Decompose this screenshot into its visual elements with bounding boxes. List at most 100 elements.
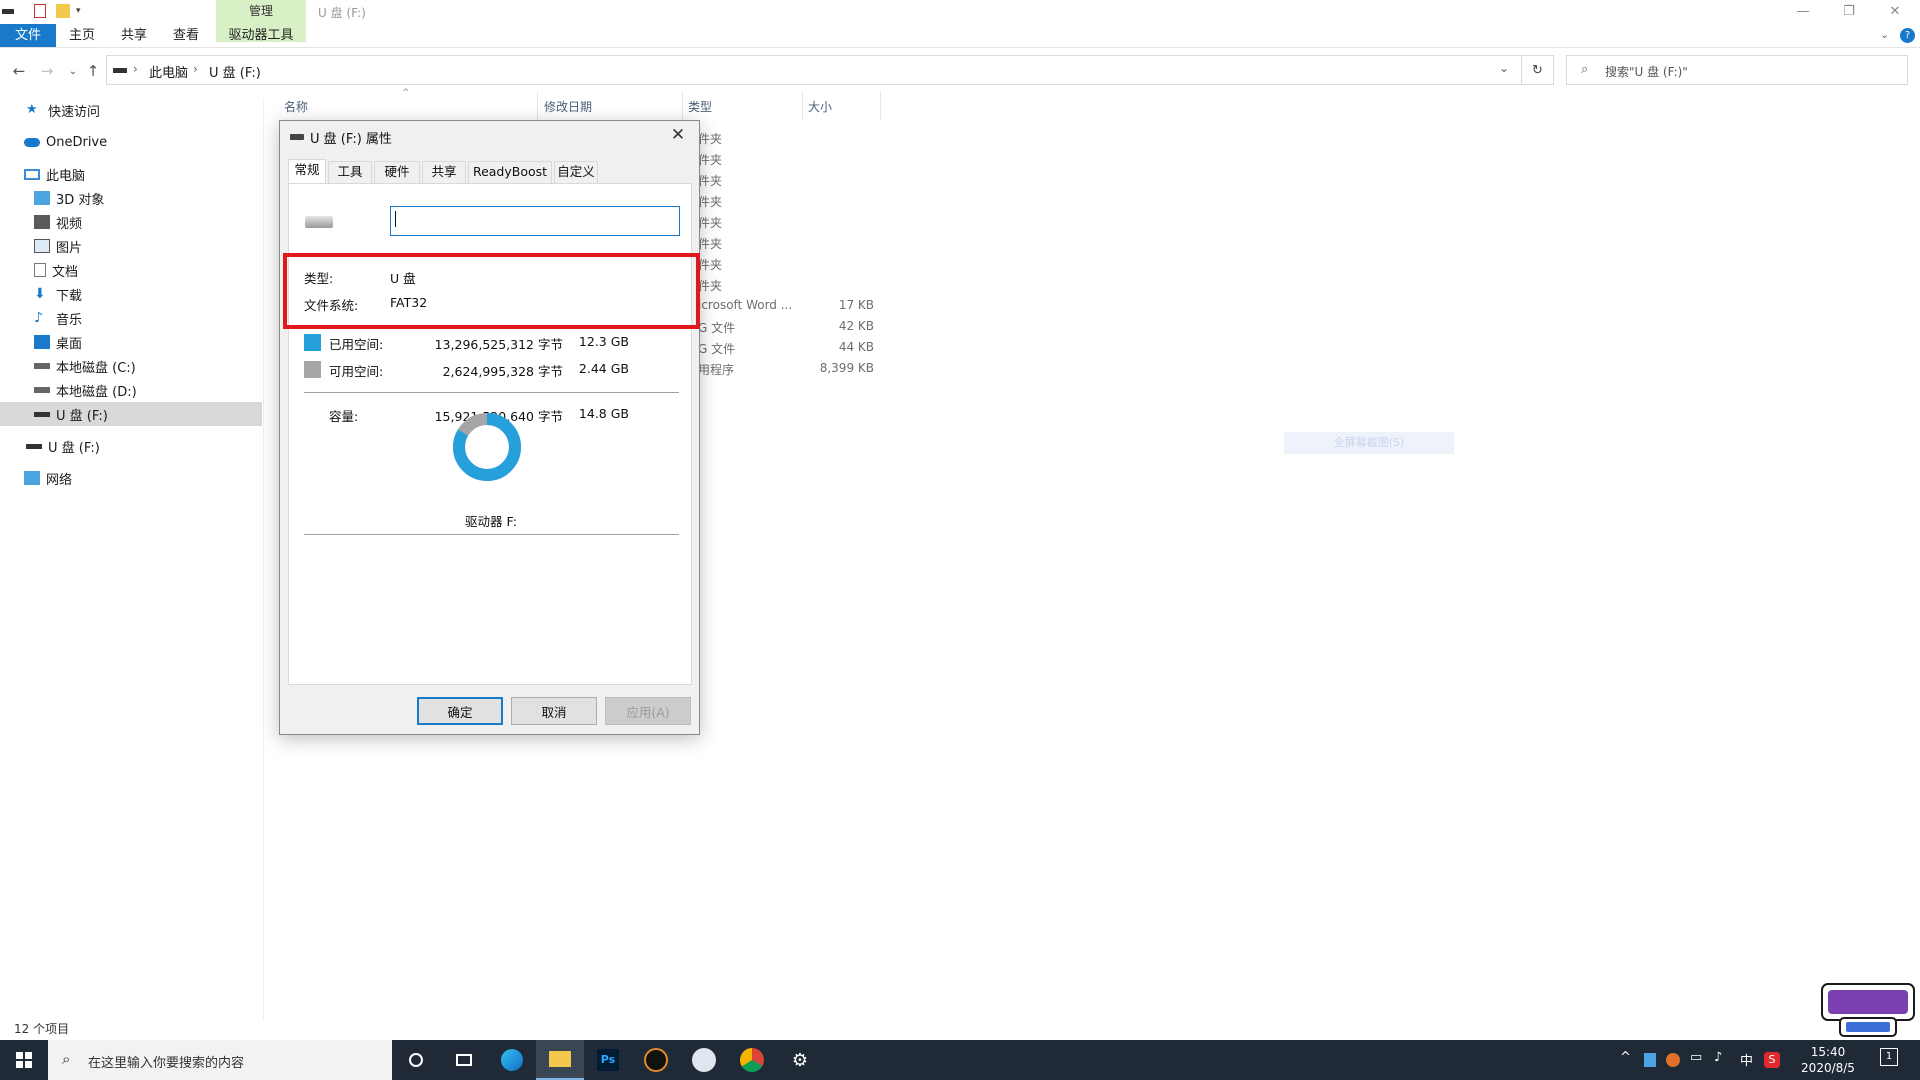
tab-share[interactable]: 共享 — [112, 24, 156, 47]
tab-home[interactable]: 主页 — [60, 24, 104, 47]
volume-label-input[interactable] — [390, 206, 680, 236]
file-type-cell[interactable]: G 文件 — [698, 319, 735, 336]
search-box[interactable]: ⌕ 搜索"U 盘 (F:)" — [1566, 55, 1908, 85]
cancel-button[interactable]: 取消 — [511, 697, 597, 725]
chrome-icon[interactable] — [728, 1040, 776, 1080]
address-dropdown-chevron-icon[interactable]: ⌄ — [1499, 61, 1509, 75]
taskbar-search-input[interactable]: 在这里输入你要搜索的内容 — [88, 1052, 244, 1071]
sidebar-item-onedrive[interactable]: OneDrive — [0, 130, 262, 154]
tab-tools[interactable]: 工具 — [328, 161, 372, 183]
file-type-cell[interactable]: 件夹 — [698, 193, 722, 210]
notification-center-icon[interactable]: 1 — [1880, 1048, 1898, 1066]
edge-browser-icon[interactable] — [488, 1040, 536, 1080]
tray-app-icon[interactable] — [1644, 1053, 1656, 1067]
customize-quick-access-icon[interactable]: ▾ — [76, 6, 81, 20]
file-size-cell: 44 KB — [838, 340, 874, 354]
column-header-size[interactable]: 大小 — [808, 98, 832, 115]
forward-arrow-icon[interactable]: → — [36, 60, 58, 82]
file-type-cell[interactable]: 件夹 — [698, 130, 722, 147]
tray-app-icon[interactable] — [1666, 1053, 1680, 1067]
sidebar-item-local-disk-d[interactable]: 本地磁盘 (D:) — [0, 378, 262, 402]
column-divider[interactable] — [802, 92, 803, 120]
minimize-button[interactable]: — — [1780, 0, 1826, 22]
tab-drive-tools[interactable]: 驱动器工具 — [216, 24, 306, 47]
column-divider[interactable] — [537, 92, 538, 120]
sidebar-item-usb-drive-selected[interactable]: U 盘 (F:) — [0, 402, 262, 426]
tab-file[interactable]: 文件 — [0, 24, 56, 47]
properties-icon[interactable] — [34, 4, 46, 18]
file-type-cell[interactable]: G 文件 — [698, 340, 735, 357]
file-type-cell[interactable]: icrosoft Word ... — [698, 298, 792, 312]
show-hidden-icons-chevron-icon[interactable]: ^ — [1620, 1050, 1631, 1065]
desktop-icon — [34, 335, 50, 349]
address-bar[interactable]: › 此电脑 › U 盘 (F:) ⌄ — [106, 55, 1522, 85]
cortana-icon[interactable] — [392, 1040, 440, 1080]
sidebar-item-network[interactable]: 网络 — [0, 466, 262, 490]
file-type-cell[interactable]: 件夹 — [698, 256, 722, 273]
network-icon[interactable]: ▭ — [1690, 1050, 1702, 1065]
refresh-icon[interactable]: ↻ — [1522, 55, 1554, 85]
sogou-ime-icon[interactable]: S — [1764, 1052, 1780, 1068]
file-type-cell[interactable]: 件夹 — [698, 151, 722, 168]
column-header-name[interactable]: 名称 — [284, 98, 308, 115]
drive-icon[interactable] — [2, 9, 14, 14]
file-type-cell[interactable]: 件夹 — [698, 235, 722, 252]
photoshop-icon[interactable]: Ps — [584, 1040, 632, 1080]
chevron-right-icon[interactable]: › — [193, 62, 198, 76]
file-size-cell: 8,399 KB — [819, 361, 874, 375]
sidebar-item-3d-objects[interactable]: 3D 对象 — [0, 186, 262, 210]
clock[interactable]: 15:40 2020/8/5 — [1800, 1044, 1856, 1076]
tab-general[interactable]: 常规 — [288, 159, 326, 183]
expand-ribbon-icon[interactable]: ⌄ — [1880, 28, 1889, 41]
sidebar-item-pictures[interactable]: 图片 — [0, 234, 262, 258]
file-type-cell[interactable]: 用程序 — [698, 361, 734, 378]
column-header-date[interactable]: 修改日期 — [544, 98, 592, 115]
sidebar-item-usb-drive[interactable]: U 盘 (F:) — [0, 434, 262, 458]
start-button[interactable] — [0, 1040, 48, 1080]
settings-gear-icon[interactable]: ⚙ — [776, 1040, 824, 1080]
volume-icon[interactable]: ♪ — [1714, 1050, 1722, 1065]
tab-customize[interactable]: 自定义 — [554, 161, 598, 183]
sidebar-item-documents[interactable]: 文档 — [0, 258, 262, 282]
clock-date: 2020/8/5 — [1801, 1061, 1855, 1075]
sidebar-item-local-disk-c[interactable]: 本地磁盘 (C:) — [0, 354, 262, 378]
chevron-right-icon[interactable]: › — [133, 62, 138, 76]
sidebar-item-this-pc[interactable]: 此电脑 — [0, 162, 262, 186]
telegram-icon[interactable] — [680, 1040, 728, 1080]
sidebar-item-label: 图片 — [56, 240, 83, 256]
file-explorer-icon[interactable] — [536, 1040, 584, 1080]
tab-sharing[interactable]: 共享 — [422, 161, 466, 183]
column-divider[interactable] — [880, 92, 881, 120]
search-input[interactable]: 搜索"U 盘 (F:)" — [1605, 63, 1688, 80]
up-arrow-icon[interactable]: ↑ — [82, 60, 104, 82]
apply-button[interactable]: 应用(A) — [605, 697, 691, 725]
column-header-type[interactable]: 类型 — [688, 98, 712, 115]
sidebar-item-videos[interactable]: 视频 — [0, 210, 262, 234]
sidebar-item-quick-access[interactable]: ★ 快速访问 — [0, 98, 262, 122]
tab-readyboost[interactable]: ReadyBoost — [468, 161, 552, 183]
file-type-cell[interactable]: 件夹 — [698, 214, 722, 231]
taskbar-search-box[interactable]: ⌕ 在这里输入你要搜索的内容 — [48, 1040, 392, 1080]
media-app-icon[interactable] — [632, 1040, 680, 1080]
sidebar-item-desktop[interactable]: 桌面 — [0, 330, 262, 354]
help-icon[interactable]: ? — [1900, 28, 1915, 43]
file-type-cell[interactable]: 件夹 — [698, 277, 722, 294]
sidebar-item-downloads[interactable]: ⬇ 下载 — [0, 282, 262, 306]
tab-view[interactable]: 查看 — [164, 24, 208, 47]
sidebar-item-music[interactable]: ♪ 音乐 — [0, 306, 262, 330]
file-type-cell[interactable]: 件夹 — [698, 172, 722, 189]
dialog-close-button[interactable]: ✕ — [665, 123, 691, 147]
back-arrow-icon[interactable]: ← — [8, 60, 30, 82]
ime-indicator[interactable]: 中 — [1740, 1050, 1753, 1069]
restore-button[interactable]: ❐ — [1826, 0, 1872, 22]
manage-label[interactable]: 管理 — [216, 2, 306, 19]
breadcrumb-usb-drive[interactable]: U 盘 (F:) — [209, 62, 261, 81]
task-view-icon[interactable] — [440, 1040, 488, 1080]
recent-locations-chevron-icon[interactable]: ⌄ — [62, 60, 84, 82]
close-button[interactable]: ✕ — [1872, 0, 1918, 22]
breadcrumb-this-pc[interactable]: 此电脑 — [149, 62, 188, 81]
column-divider[interactable] — [682, 92, 683, 120]
tab-hardware[interactable]: 硬件 — [374, 161, 420, 183]
ok-button[interactable]: 确定 — [417, 697, 503, 725]
new-folder-icon[interactable] — [56, 4, 70, 18]
